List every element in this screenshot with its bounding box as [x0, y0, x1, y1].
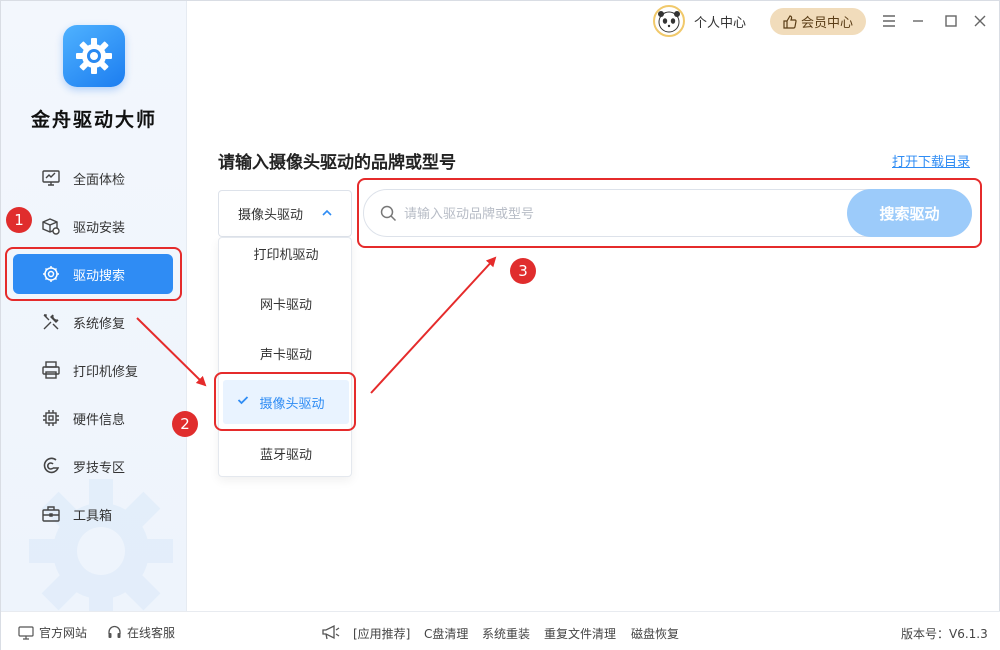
search-gear-icon	[41, 264, 61, 284]
dropdown-option-network[interactable]: 网卡驱动	[219, 278, 351, 328]
footer-link-duplicate-clean[interactable]: 重复文件清理	[544, 625, 616, 642]
sidebar-item-label: 驱动搜索	[73, 268, 126, 284]
thumbs-up-icon	[783, 14, 797, 29]
user-center-link[interactable]: 个人中心	[694, 12, 746, 31]
sidebar-item-label: 系统修复	[73, 316, 126, 332]
online-service-label: 在线客服	[127, 626, 176, 640]
app-name: 金舟驱动大师	[30, 109, 157, 131]
sidebar-item-label: 罗技专区	[73, 460, 126, 476]
official-site-link[interactable]: 官方网站	[18, 624, 87, 641]
close-icon	[974, 15, 986, 27]
sidebar-item-label: 全面体检	[73, 172, 126, 188]
search-icon	[380, 205, 397, 222]
page-title: 请输入摄像头驱动的品牌或型号	[218, 153, 456, 173]
minimize-button[interactable]	[908, 11, 928, 31]
check-icon	[237, 396, 249, 405]
footer-link-disk-recovery[interactable]: 磁盘恢复	[631, 625, 679, 642]
arrow-2-to-3	[370, 256, 497, 394]
printer-icon	[41, 360, 61, 380]
online-service-link[interactable]: 在线客服	[107, 624, 175, 641]
headset-icon	[108, 625, 121, 638]
app-window: 金舟驱动大师 全面体检 驱动安装 驱动搜索 系统修复 打印机修复 硬件信息 罗技…	[0, 0, 1000, 650]
maximize-button[interactable]	[941, 11, 961, 31]
search-input[interactable]	[404, 203, 834, 225]
driver-type-select[interactable]: 摄像头驱动	[218, 190, 352, 237]
annotation-badge-1: 1	[6, 207, 32, 233]
app-recommend-label: [应用推荐]	[353, 627, 411, 641]
vip-center-button[interactable]: 会员中心	[770, 8, 866, 35]
dropdown-option-sound[interactable]: 声卡驱动	[219, 328, 351, 378]
chip-icon	[41, 408, 61, 428]
titlebar: 个人中心 会员中心	[187, 1, 999, 41]
toolbox-icon	[41, 504, 61, 524]
sidebar-item-printer-repair[interactable]: 打印机修复	[1, 346, 186, 394]
menu-button[interactable]	[879, 11, 899, 31]
logitech-icon	[41, 456, 61, 476]
package-gear-icon	[41, 216, 61, 236]
sidebar-item-label: 硬件信息	[73, 412, 126, 428]
monitor-small-icon	[18, 625, 34, 640]
monitor-icon	[41, 168, 61, 188]
wrench-icon	[41, 312, 61, 332]
menu-icon	[883, 15, 895, 27]
chevron-up-icon	[322, 209, 332, 216]
vip-center-label: 会员中心	[800, 16, 853, 31]
app-logo	[63, 25, 125, 87]
open-download-folder-link[interactable]: 打开下载目录	[892, 151, 970, 170]
panda-avatar-icon	[658, 11, 680, 33]
driver-type-select-value: 摄像头驱动	[238, 208, 304, 223]
sidebar-item-label: 驱动安装	[73, 220, 126, 236]
sidebar-item-label: 工具箱	[73, 508, 113, 524]
driver-type-dropdown: 打印机驱动 网卡驱动 声卡驱动 摄像头驱动 蓝牙驱动	[218, 237, 352, 477]
annotation-badge-2: 2	[172, 411, 198, 437]
dropdown-option-printer[interactable]: 打印机驱动	[219, 238, 351, 278]
minimize-icon	[913, 20, 923, 22]
footer-link-c-clean[interactable]: C盘清理	[424, 625, 468, 642]
sidebar-item-label: 打印机修复	[73, 364, 139, 380]
sidebar-item-full-check[interactable]: 全面体检	[1, 154, 186, 202]
search-bar: 搜索驱动	[363, 189, 972, 237]
sidebar-item-driver-search[interactable]: 驱动搜索	[1, 250, 186, 298]
avatar[interactable]	[653, 5, 685, 37]
gear-logo-icon	[76, 38, 112, 74]
footer: 官方网站 在线客服 [应用推荐] C盘清理 系统重装 重复文件清理 磁盘恢复 版…	[1, 611, 1000, 650]
search-driver-button[interactable]: 搜索驱动	[847, 189, 972, 237]
decorative-gear-icon	[29, 479, 173, 611]
megaphone-icon	[322, 624, 340, 640]
dropdown-option-camera[interactable]: 摄像头驱动	[223, 380, 349, 424]
sidebar: 金舟驱动大师 全面体检 驱动安装 驱动搜索 系统修复 打印机修复 硬件信息 罗技…	[1, 1, 187, 611]
sidebar-item-hardware-info[interactable]: 硬件信息	[1, 394, 186, 442]
close-button[interactable]	[970, 11, 990, 31]
official-site-label: 官方网站	[39, 626, 88, 640]
version-label: 版本号：V6.1.3	[901, 627, 988, 641]
annotation-badge-3: 3	[510, 258, 536, 284]
sidebar-item-system-repair[interactable]: 系统修复	[1, 298, 186, 346]
dropdown-option-bluetooth[interactable]: 蓝牙驱动	[219, 428, 351, 476]
maximize-icon	[945, 15, 957, 27]
footer-link-reinstall[interactable]: 系统重装	[482, 625, 530, 642]
dropdown-option-label: 摄像头驱动	[259, 396, 325, 412]
